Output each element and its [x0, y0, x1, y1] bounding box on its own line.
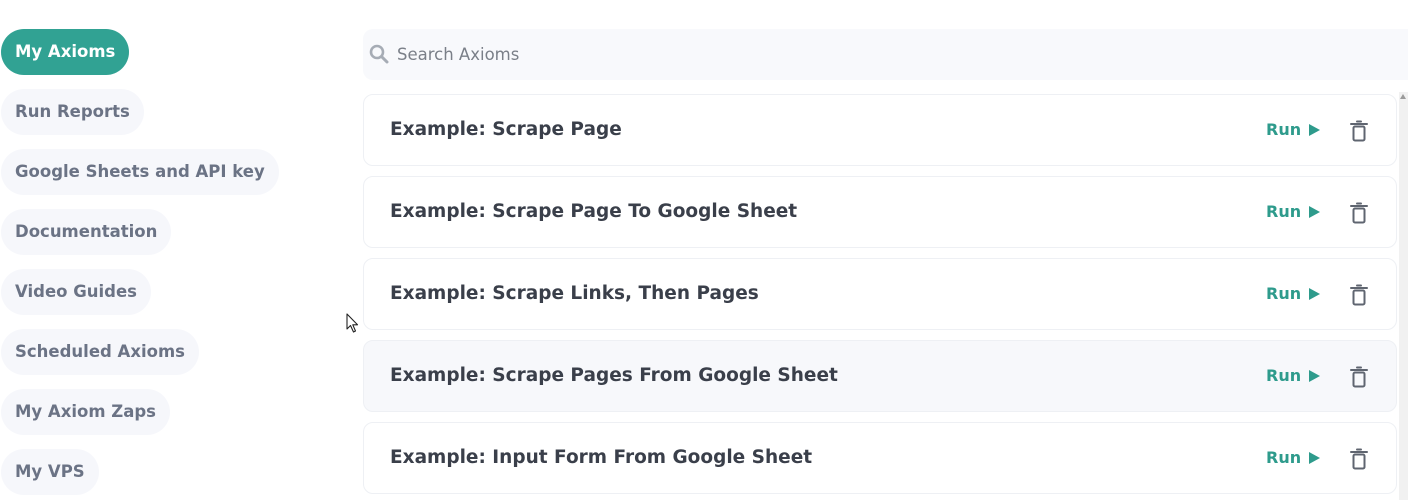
trash-icon[interactable] — [1350, 202, 1368, 224]
axiom-row[interactable]: Example: Scrape Page Run — [363, 94, 1397, 166]
axiom-row[interactable]: Example: Scrape Links, Then Pages Run — [363, 258, 1397, 330]
run-button[interactable]: Run — [1266, 201, 1321, 223]
run-button[interactable]: Run — [1266, 447, 1321, 469]
run-label: Run — [1266, 366, 1302, 385]
axiom-title: Example: Scrape Page — [390, 119, 622, 140]
run-button[interactable]: Run — [1266, 119, 1321, 141]
trash-icon[interactable] — [1350, 448, 1368, 470]
trash-icon[interactable] — [1350, 120, 1368, 142]
axiom-title: Example: Input Form From Google Sheet — [390, 447, 813, 468]
axiom-row[interactable]: Example: Scrape Pages From Google Sheet … — [363, 340, 1397, 412]
sidebar-nav: My Axioms Run Reports Google Sheets and … — [0, 0, 340, 500]
sidebar-item-video-guides[interactable]: Video Guides — [1, 269, 151, 315]
trash-icon[interactable] — [1350, 366, 1368, 388]
run-button[interactable]: Run — [1266, 283, 1321, 305]
play-icon — [1309, 452, 1321, 464]
axiom-title: Example: Scrape Pages From Google Sheet — [390, 365, 838, 386]
sidebar-item-my-axioms[interactable]: My Axioms — [1, 29, 130, 75]
search-bar — [363, 29, 1408, 80]
scroll-up-arrow-icon[interactable] — [1400, 94, 1406, 99]
run-button[interactable]: Run — [1266, 365, 1321, 387]
play-icon — [1309, 124, 1321, 136]
trash-icon[interactable] — [1350, 284, 1368, 306]
run-label: Run — [1266, 448, 1302, 467]
play-icon — [1309, 206, 1321, 218]
mouse-cursor-icon — [346, 313, 359, 333]
scrollbar[interactable] — [1399, 92, 1408, 500]
axiom-title: Example: Scrape Page To Google Sheet — [390, 201, 798, 222]
run-label: Run — [1266, 284, 1302, 303]
sidebar-item-scheduled-axioms[interactable]: Scheduled Axioms — [1, 329, 199, 375]
play-icon — [1309, 370, 1321, 382]
search-input[interactable] — [397, 29, 1377, 80]
axiom-row[interactable]: Example: Input Form From Google Sheet Ru… — [363, 422, 1397, 494]
axiom-row[interactable]: Example: Scrape Page To Google Sheet Run — [363, 176, 1397, 248]
sidebar-item-documentation[interactable]: Documentation — [1, 209, 172, 255]
play-icon — [1309, 288, 1321, 300]
axiom-title: Example: Scrape Links, Then Pages — [390, 283, 759, 304]
run-label: Run — [1266, 120, 1302, 139]
run-label: Run — [1266, 202, 1302, 221]
sidebar-item-my-vps[interactable]: My VPS — [1, 449, 99, 495]
sidebar-item-google-sheets-api-key[interactable]: Google Sheets and API key — [1, 149, 279, 195]
search-icon — [369, 44, 389, 64]
sidebar-item-run-reports[interactable]: Run Reports — [1, 89, 144, 135]
sidebar-item-my-axiom-zaps[interactable]: My Axiom Zaps — [1, 389, 170, 435]
